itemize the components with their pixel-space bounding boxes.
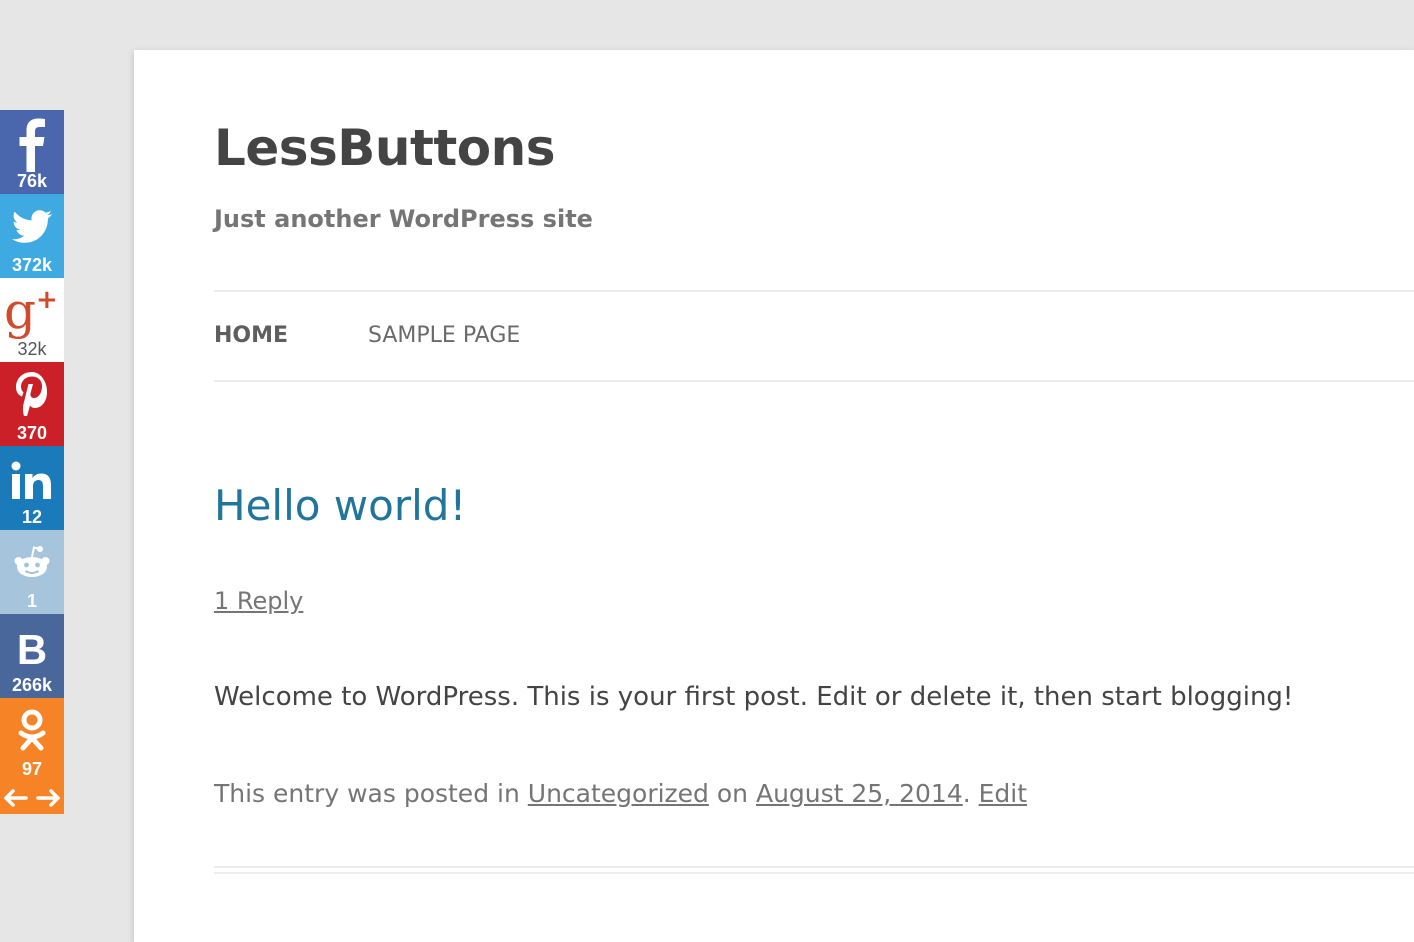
google-plus-icon: g +: [0, 282, 64, 340]
facebook-share-button[interactable]: 76k: [0, 110, 64, 194]
facebook-share-count: 76k: [16, 171, 48, 191]
post-meta: This entry was posted in Uncategorized o…: [214, 778, 1027, 810]
nav-item-home[interactable]: HOME: [214, 322, 288, 350]
twitter-icon: [0, 198, 64, 256]
svg-text:+: +: [36, 285, 58, 315]
vkontakte-share-button[interactable]: B 266k: [0, 614, 64, 698]
pinterest-icon: [0, 366, 64, 424]
twitter-share-count: 372k: [11, 255, 53, 275]
pinterest-share-count: 370: [16, 423, 48, 443]
reddit-share-button[interactable]: 1: [0, 530, 64, 614]
meta-prefix-text: This entry was posted in: [214, 779, 520, 808]
reply-link[interactable]: 1 Reply: [214, 586, 303, 616]
linkedin-icon: [0, 450, 64, 508]
svg-text:g: g: [4, 282, 36, 340]
meta-on-text: on: [716, 779, 749, 808]
site-page: LessButtons Just another WordPress site …: [134, 50, 1414, 942]
post-content: Welcome to WordPress. This is your first…: [214, 682, 1294, 712]
linkedin-share-count: 12: [21, 507, 43, 527]
post-title[interactable]: Hello world!: [214, 480, 466, 532]
main-navigation: HOME SAMPLE PAGE: [214, 290, 1414, 382]
site-description: Just another WordPress site: [214, 205, 593, 233]
reddit-icon: [0, 534, 64, 592]
left-right-arrows-icon: [0, 789, 64, 821]
google-plus-share-count: 32k: [17, 339, 47, 359]
twitter-share-button[interactable]: 372k: [0, 194, 64, 278]
social-share-bar: 76k 372k g + 32k 370 12 1 B 266k 97: [0, 110, 64, 814]
share-bar-toggle-button[interactable]: [0, 782, 64, 814]
linkedin-share-button[interactable]: 12: [0, 446, 64, 530]
facebook-icon: [0, 114, 64, 172]
edit-link[interactable]: Edit: [979, 779, 1027, 808]
odnoklassniki-share-count: 97: [21, 759, 43, 779]
category-link[interactable]: Uncategorized: [528, 779, 709, 808]
odnoklassniki-icon: [0, 702, 64, 760]
post-date-link[interactable]: August 25, 2014: [756, 779, 963, 808]
vkontakte-share-count: 266k: [11, 675, 53, 695]
nav-item-sample-page[interactable]: SAMPLE PAGE: [368, 322, 520, 350]
article-divider: [214, 866, 1414, 874]
vkontakte-icon: B: [0, 618, 64, 676]
site-title[interactable]: LessButtons: [214, 116, 556, 180]
svg-text:B: B: [17, 626, 47, 673]
odnoklassniki-share-button[interactable]: 97: [0, 698, 64, 782]
meta-separator: .: [962, 779, 971, 808]
pinterest-share-button[interactable]: 370: [0, 362, 64, 446]
reddit-share-count: 1: [26, 591, 37, 611]
google-plus-share-button[interactable]: g + 32k: [0, 278, 64, 362]
